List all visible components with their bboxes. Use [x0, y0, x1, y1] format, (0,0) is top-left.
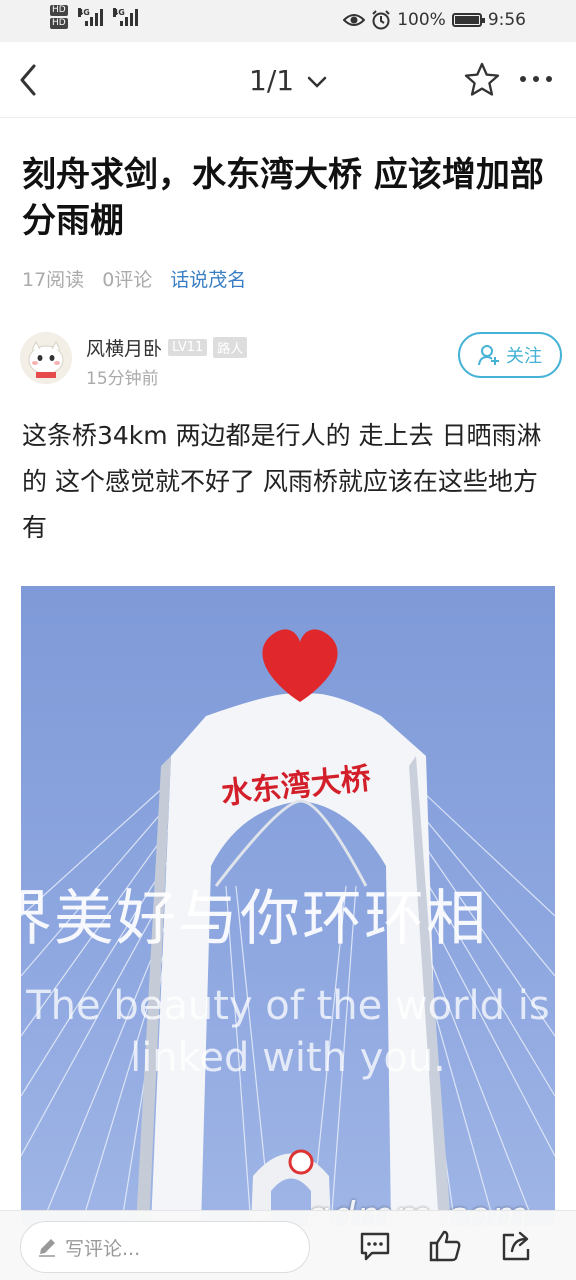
signal-icon: 4G [77, 8, 103, 26]
network-type-1: 4G [77, 8, 90, 17]
signal-icon-2: 4G [112, 8, 138, 26]
topic-link[interactable]: 话说茂名 [170, 265, 246, 292]
article-body: 这条桥34km 两边都是行人的 走上去 日晒雨淋的 这个感觉就不好了 风雨桥就应… [22, 421, 542, 542]
like-icon[interactable] [428, 1229, 462, 1263]
hd-badge-1: HD [50, 5, 68, 16]
author-row: 风横月卧 LV11 路人 15分钟前 关注 [20, 330, 562, 390]
post-time: 15分钟前 [86, 369, 159, 389]
share-icon[interactable] [500, 1229, 534, 1263]
network-type-2: 4G [112, 8, 125, 17]
avatar[interactable] [20, 332, 72, 384]
author-name[interactable]: 风横月卧 [86, 334, 162, 361]
add-user-icon [478, 345, 499, 366]
star-icon[interactable] [462, 60, 502, 100]
comment-count: 0评论 [102, 269, 153, 291]
bottom-bar: 写评论... [0, 1210, 576, 1280]
more-icon[interactable] [520, 76, 552, 82]
page-indicator-label: 1/1 [249, 64, 295, 97]
read-count: 17阅读 [22, 269, 85, 291]
article-title: 刻舟求剑，水东湾大桥 应该增加部分雨棚 [22, 155, 544, 241]
comment-placeholder: 写评论... [65, 1237, 141, 1260]
battery-percent: 100% [397, 10, 446, 30]
status-right: 100% 9:56 [343, 10, 526, 30]
follow-button[interactable]: 关注 [458, 332, 562, 378]
follow-label: 关注 [506, 346, 542, 367]
image-overlay-chinese: 界美好与你环环相 [0, 884, 488, 954]
hd-badge-2: HD [50, 18, 68, 29]
image-overlay-english: The beauty of the world is linked with y… [26, 983, 550, 1081]
article-meta: 17阅读 0评论 话说茂名 [22, 265, 246, 292]
chevron-down-icon [307, 76, 327, 88]
battery-icon [451, 13, 485, 27]
comment-icon[interactable] [358, 1229, 392, 1263]
level-badge: LV11 [168, 339, 208, 356]
eye-icon [343, 14, 366, 26]
pencil-icon [39, 1239, 55, 1257]
clock: 9:56 [487, 10, 526, 30]
comment-input[interactable]: 写评论... [20, 1221, 310, 1273]
status-left: HD HD 4G 4G [50, 5, 138, 29]
alarm-icon [372, 10, 390, 30]
status-bar: HD HD 4G 4G 100% 9:56 [0, 0, 576, 42]
top-nav: 1/1 [0, 42, 576, 118]
heart-icon [262, 629, 338, 702]
role-badge: 路人 [213, 337, 248, 358]
